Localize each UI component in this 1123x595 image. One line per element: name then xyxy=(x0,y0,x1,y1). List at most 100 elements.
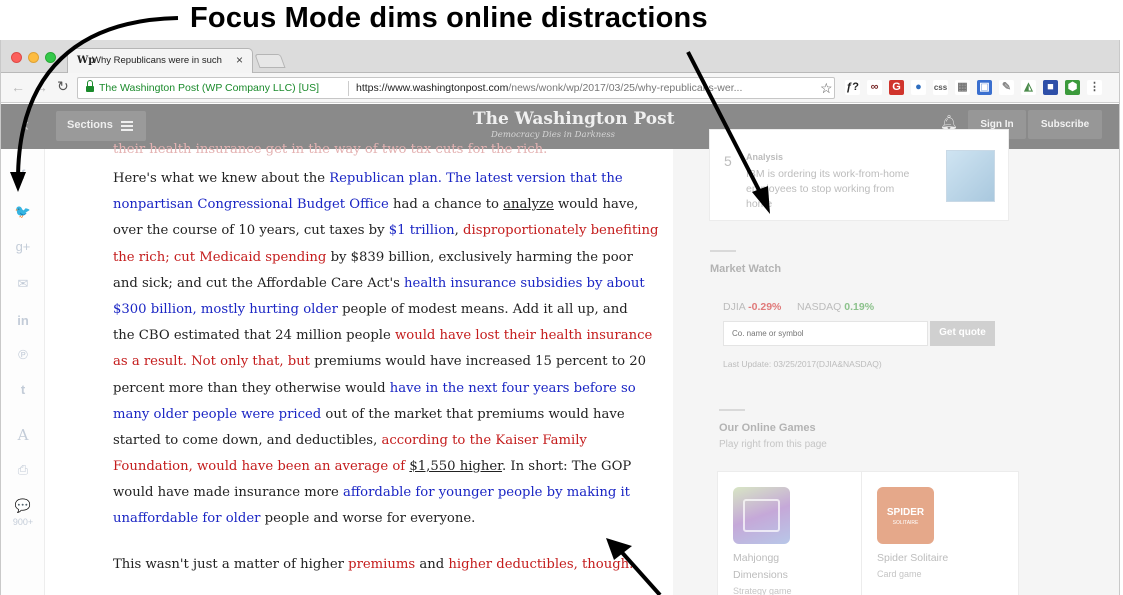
pen-icon[interactable]: ✎ xyxy=(999,80,1014,95)
subscribe-label: Subscribe xyxy=(1040,119,1090,130)
article-text: Foundation, would have been an average o… xyxy=(113,459,410,475)
tumblr-icon[interactable]: t xyxy=(1,382,45,397)
pinterest-icon[interactable]: ℗ xyxy=(1,347,45,362)
article-text: and sick; and cut the Affordable Care Ac… xyxy=(113,275,405,291)
browser-window: Wp Why Republicans were in such × ← → ↻ … xyxy=(0,40,1120,595)
article-text: health insurance subsidies by about xyxy=(404,275,645,291)
article-text: according to the Kaiser Family xyxy=(381,432,587,448)
tab-close-icon[interactable]: × xyxy=(236,53,243,67)
address-bar[interactable]: The Washington Post (WP Company LLC) [US… xyxy=(77,77,835,99)
css-icon[interactable]: css xyxy=(933,80,948,95)
game-category: Card game xyxy=(877,569,922,579)
article-text: Here's what we knew about the xyxy=(113,171,330,186)
formula-icon[interactable]: ƒ? xyxy=(845,80,860,95)
article-link[interactable]: analyze xyxy=(503,197,554,212)
url-text[interactable]: https://www.washingtonpost.com/news/wonk… xyxy=(356,82,742,94)
market-watch-title: Market Watch xyxy=(710,263,782,275)
article-text: This wasn't just a matter of higher xyxy=(113,557,349,572)
menu-icon[interactable]: ⋮ xyxy=(1087,80,1102,95)
get-quote-label: Get quote xyxy=(939,327,986,338)
article-link[interactable]: $1,550 higher xyxy=(409,459,502,474)
facebook-icon[interactable]: f xyxy=(1,167,45,182)
most-read-story-card[interactable]: 5 Analysis IBM is ordering its work-from… xyxy=(709,129,1009,221)
reload-icon[interactable]: ↻ xyxy=(57,78,69,95)
header-back-arrow-icon[interactable]: ‹ xyxy=(23,115,29,136)
wp-favicon-icon: Wp xyxy=(77,55,96,66)
story-line-2: employees to stop working from xyxy=(746,183,895,195)
masthead-logo[interactable]: The Washington Post Democracy Dies in Da… xyxy=(473,109,675,140)
back-icon[interactable]: ← xyxy=(11,79,25,95)
spider-logo-subtext: SOLITAIRE xyxy=(892,520,919,526)
article-text: out of the market that premiums would ha… xyxy=(321,406,625,422)
masthead-tagline: Democracy Dies in Darkness xyxy=(490,130,616,140)
sections-menu-button[interactable]: Sections xyxy=(56,111,146,141)
article-text: $1 trillion xyxy=(388,223,455,239)
article-text: the CBO estimated that 24 million people xyxy=(113,328,395,344)
blue-circle-icon[interactable]: ● xyxy=(911,80,926,95)
games-subtitle: Play right from this page xyxy=(719,439,827,450)
game-tile-spider-solitaire[interactable]: SPIDER SOLITAIRE Spider Solitaire Card g… xyxy=(861,471,1019,595)
browser-tab[interactable]: Wp Why Republicans were in such × xyxy=(67,48,253,74)
article-line: Here's what we knew about the Republican… xyxy=(113,166,658,192)
games-title: Our Online Games xyxy=(719,422,816,434)
comment-count[interactable]: 900+ xyxy=(1,517,45,527)
email-icon[interactable]: ✉ xyxy=(1,276,45,292)
article-line: This wasn't just a matter of higher prem… xyxy=(113,552,633,578)
font-size-icon[interactable]: A xyxy=(1,426,45,444)
tab-bar: Wp Why Republicans were in such × xyxy=(1,40,1119,74)
masthead-name: The Washington Post xyxy=(473,109,675,129)
chart-icon[interactable]: ◭ xyxy=(1021,80,1036,95)
spider-logo-text: SPIDER xyxy=(886,507,925,518)
article-text: premiums xyxy=(314,354,382,370)
game-title-line-1: Spider Solitaire xyxy=(877,552,949,564)
ellipsis-icon[interactable]: ∞ xyxy=(867,80,882,95)
game-title-line-2: Dimensions xyxy=(733,569,788,581)
browser-toolbar: ← → ↻ The Washington Post (WP Company LL… xyxy=(1,73,1119,103)
article-text: many older people were priced xyxy=(113,406,322,422)
article-line: Foundation, would have been an average o… xyxy=(113,454,658,480)
article-line: would have made insurance more affordabl… xyxy=(113,480,658,506)
bookmark-star-icon[interactable]: ☆ xyxy=(820,80,833,97)
quote-input-field[interactable] xyxy=(724,322,927,345)
grid-icon[interactable]: ▦ xyxy=(955,80,970,95)
linkedin-icon[interactable]: in xyxy=(1,313,45,328)
print-icon[interactable]: ⎙ xyxy=(1,462,45,478)
google-plus-icon[interactable]: g+ xyxy=(1,239,45,254)
blue-square-icon[interactable]: ▣ xyxy=(977,80,992,95)
nasdaq-value: 0.19% xyxy=(844,301,875,313)
article-line: over the course of 10 years, cut taxes b… xyxy=(113,218,658,244)
article-text: would have made insurance more xyxy=(113,485,343,501)
article-line: and sick; and cut the Affordable Care Ac… xyxy=(113,271,658,297)
maximize-window-button[interactable] xyxy=(45,52,56,63)
article-text: as a result. Not only that, but xyxy=(113,354,315,370)
twitter-icon[interactable]: 🐦 xyxy=(1,204,45,220)
url-path: /news/wonk/wp/2017/03/25/why-republicans… xyxy=(508,82,743,94)
djia-label: DJIA -0.29% xyxy=(723,301,782,313)
game-tile-mahjongg[interactable]: Mahjongg Dimensions Strategy game xyxy=(717,471,875,595)
subscribe-button[interactable]: Subscribe xyxy=(1028,110,1102,139)
article-text: would have increased 15 percent to 20 xyxy=(381,354,646,370)
green-red-icon[interactable]: ⬢ xyxy=(1065,80,1080,95)
article-text: the rich; cut Medicaid spending xyxy=(113,249,327,265)
minimize-window-button[interactable] xyxy=(28,52,39,63)
close-window-button[interactable] xyxy=(11,52,22,63)
game-title-line-1: Mahjongg xyxy=(733,552,780,564)
quote-search-input[interactable] xyxy=(723,321,928,346)
get-quote-button[interactable]: Get quote xyxy=(930,321,995,346)
article-text: $300 billion, mostly hurting older xyxy=(113,301,338,317)
game-category: Strategy game xyxy=(733,586,792,595)
story-rank: 5 xyxy=(724,153,732,169)
article-line: started to come down, and deductibles, a… xyxy=(113,428,658,454)
dark-blue-icon[interactable]: ■ xyxy=(1043,80,1058,95)
red-badge-icon[interactable]: G xyxy=(889,80,904,95)
ev-certificate-name[interactable]: The Washington Post (WP Company LLC) [US… xyxy=(99,82,319,94)
lock-icon xyxy=(86,80,94,92)
article-text: have in the next four years before so xyxy=(389,380,636,396)
djia-value: -0.29% xyxy=(748,301,782,313)
article-text: people and worse for everyone. xyxy=(260,511,476,527)
article-line: as a result. Not only that, but premiums… xyxy=(113,349,658,375)
annotation-title: Focus Mode dims online distractions xyxy=(190,2,708,34)
new-tab-button[interactable] xyxy=(254,54,286,68)
comments-icon[interactable]: 💬 xyxy=(1,498,45,514)
forward-icon[interactable]: → xyxy=(34,79,48,95)
